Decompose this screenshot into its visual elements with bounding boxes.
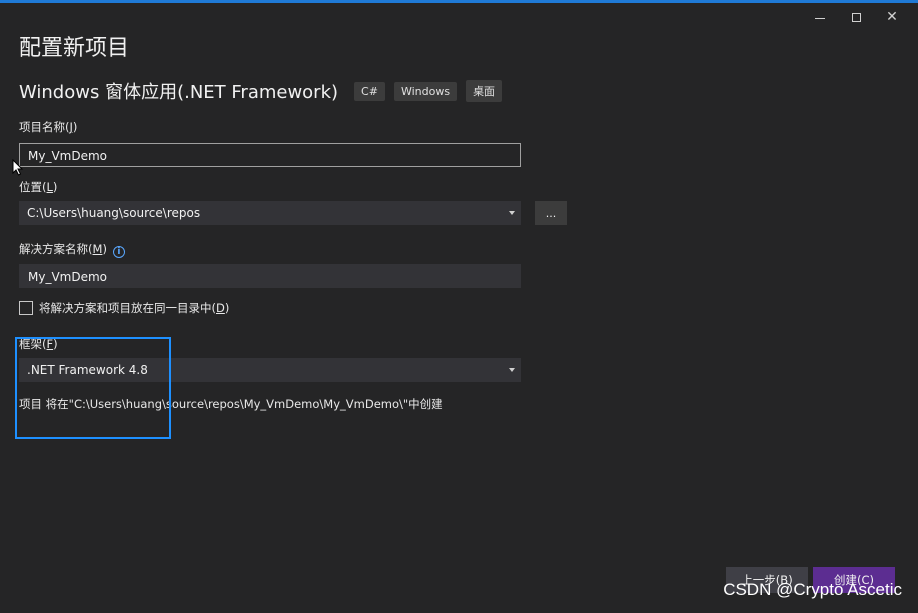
project-name-label: 项目名称(J) bbox=[19, 120, 78, 134]
project-path-info: 项目 将在"C:\Users\huang\source\repos\My_VmD… bbox=[19, 397, 443, 411]
solution-name-input[interactable]: My_VmDemo bbox=[19, 264, 521, 288]
location-value: C:\Users\huang\source\repos bbox=[27, 206, 201, 220]
solution-name-label: 解决方案名称(M) i bbox=[19, 241, 125, 258]
location-combobox[interactable]: C:\Users\huang\source\repos bbox=[19, 201, 521, 225]
tag-desktop: 桌面 bbox=[466, 80, 503, 102]
location-label: 位置(L) bbox=[19, 180, 58, 194]
template-header: Windows 窗体应用(.NET Framework) C# Windows … bbox=[19, 78, 511, 104]
window-controls: ✕ bbox=[802, 8, 910, 26]
project-name-input[interactable]: My_VmDemo bbox=[19, 143, 521, 167]
window-top-accent bbox=[0, 0, 918, 3]
close-icon[interactable]: ✕ bbox=[874, 8, 910, 26]
same-directory-option[interactable]: 将解决方案和项目放在同一目录中(D) bbox=[19, 300, 229, 316]
maximize-icon[interactable] bbox=[838, 8, 874, 26]
watermark: CSDN @Crypto Ascetic bbox=[723, 580, 902, 599]
chevron-down-icon[interactable] bbox=[509, 211, 515, 215]
info-icon[interactable]: i bbox=[112, 246, 125, 258]
framework-value: .NET Framework 4.8 bbox=[27, 363, 148, 377]
tag-windows: Windows bbox=[393, 81, 458, 101]
minimize-icon[interactable] bbox=[802, 8, 838, 26]
chevron-down-icon[interactable] bbox=[509, 368, 515, 372]
same-directory-checkbox[interactable] bbox=[19, 301, 33, 315]
tag-csharp: C# bbox=[354, 81, 385, 101]
framework-highlight-box bbox=[15, 337, 171, 439]
mouse-cursor-icon bbox=[12, 159, 24, 176]
same-directory-label: 将解决方案和项目放在同一目录中(D) bbox=[39, 301, 230, 315]
browse-button[interactable]: ... bbox=[535, 201, 567, 225]
dialog-title: 配置新项目 bbox=[19, 36, 130, 61]
framework-label: 框架(F) bbox=[19, 337, 58, 351]
template-name: Windows 窗体应用(.NET Framework) bbox=[19, 82, 339, 103]
framework-combobox[interactable]: .NET Framework 4.8 bbox=[19, 358, 521, 382]
